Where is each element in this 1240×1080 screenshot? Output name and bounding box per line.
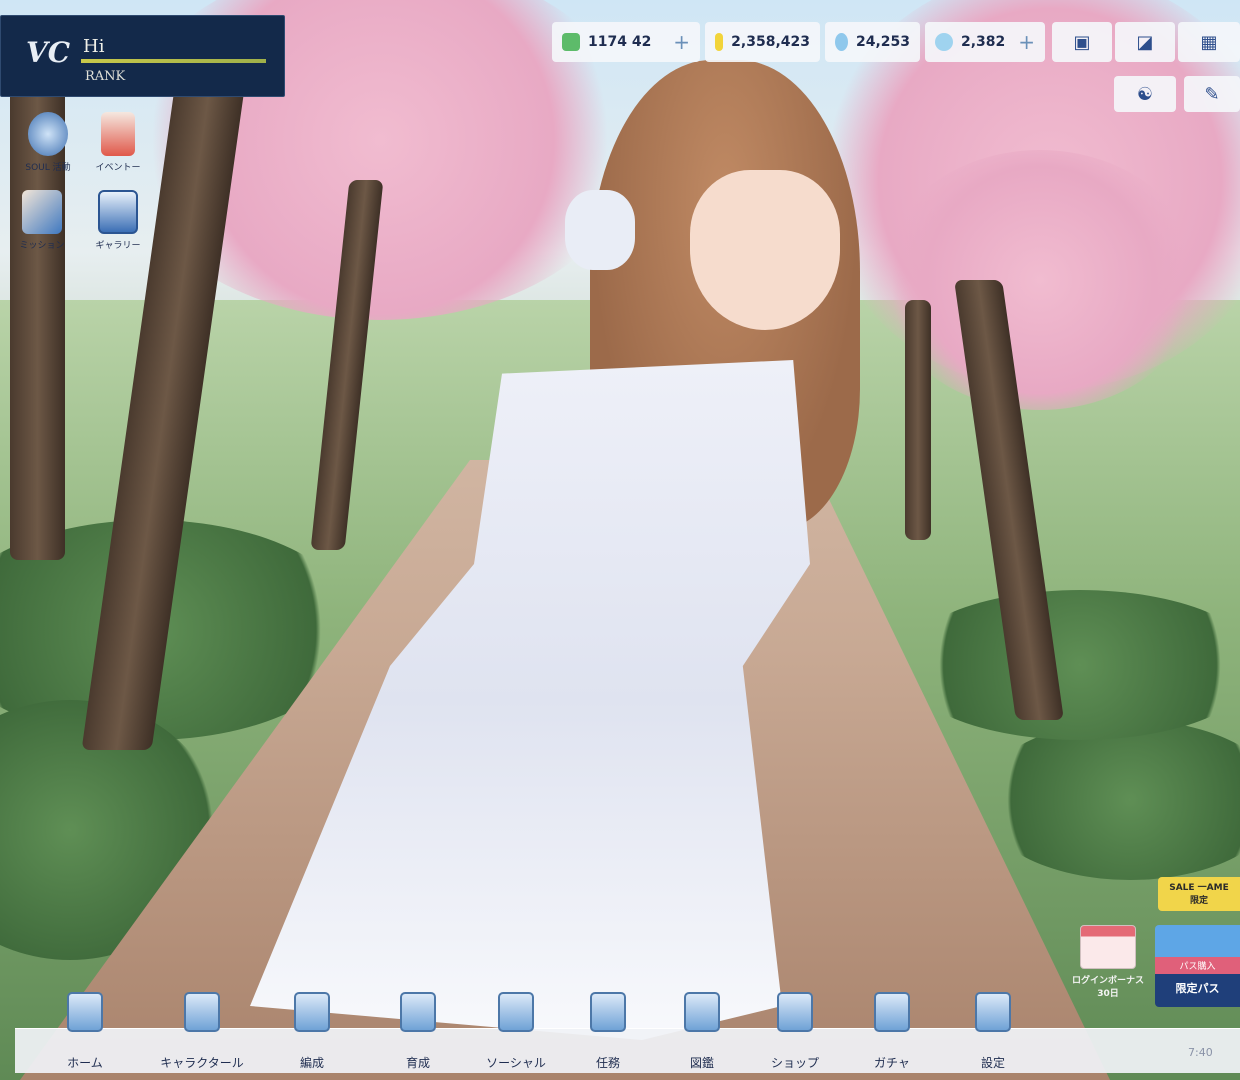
pass-card[interactable]: パス購入 限定パス [1155, 925, 1240, 1007]
announcement-label: SOUL 活動 [25, 163, 71, 173]
player-logo: VC [26, 36, 71, 69]
album-label: ギャラリー [95, 241, 141, 251]
mail-icon: ▣ [1073, 31, 1091, 53]
nav-quest[interactable]: 任務 [558, 992, 658, 1071]
add-stamina-button[interactable]: + [673, 30, 690, 54]
crystal-counter[interactable]: 2,382 + [925, 22, 1045, 62]
login-bonus-label: ログインボーナス [1071, 976, 1144, 986]
gacha-icon [874, 992, 910, 1032]
pass-card-sub: 限定パス [1175, 982, 1220, 995]
nav-social[interactable]: ソーシャル [466, 992, 566, 1071]
quest-icon [590, 992, 626, 1032]
nav-label: キャラクタール [160, 1056, 244, 1070]
edit-button[interactable]: ✎ [1184, 76, 1240, 112]
home-icon [67, 992, 103, 1032]
gift-icon: ◪ [1136, 31, 1154, 53]
nav-formation[interactable]: 編成 [262, 992, 362, 1071]
nav-label: ホーム [67, 1056, 103, 1070]
nav-label: 設定 [980, 1056, 1005, 1070]
mission-shortcut[interactable]: ミッション [12, 190, 72, 251]
nav-label: 育成 [405, 1056, 430, 1070]
clock: 7:40 [1188, 1046, 1213, 1059]
calendar-icon [1080, 925, 1136, 969]
nav-home[interactable]: ホーム [35, 992, 135, 1071]
event-label: イベントー [95, 163, 141, 173]
nav-training[interactable]: 育成 [368, 992, 468, 1071]
player-rank: RANK [85, 69, 126, 84]
friend-icon: ☯ [1136, 83, 1154, 105]
pass-card-label: パス購入 [1155, 957, 1240, 974]
event-icon [101, 112, 135, 156]
nav-label: 任務 [595, 1056, 620, 1070]
nav-label: 編成 [299, 1056, 324, 1070]
shop-icon [777, 992, 813, 1032]
menu-button[interactable]: ▦ [1178, 22, 1240, 62]
event-banner-title: SALE 一AME [1169, 883, 1229, 893]
mission-icon [22, 190, 62, 234]
nav-shop[interactable]: ショップ [745, 992, 845, 1071]
social-icon [498, 992, 534, 1032]
login-bonus-sub: 30日 [1097, 989, 1119, 999]
nav-archive[interactable]: 図鑑 [652, 992, 752, 1071]
nav-label: ショップ [770, 1056, 819, 1070]
mail-button[interactable]: ▣ [1052, 22, 1112, 62]
pass-card-icon [1155, 925, 1240, 957]
friend-button[interactable]: ☯ [1114, 76, 1176, 112]
nav-character[interactable]: キャラクタール [152, 992, 252, 1071]
nav-label: 図鑑 [689, 1056, 714, 1070]
stamina-counter[interactable]: 1174 42 + [552, 22, 700, 62]
player-name: Hi [83, 36, 105, 57]
nav-gacha[interactable]: ガチャ [842, 992, 942, 1071]
album-shortcut[interactable]: ギャラリー [88, 190, 148, 251]
settings-icon [975, 992, 1011, 1032]
background-scene [0, 0, 1240, 1080]
crystal-value: 2,382 [961, 34, 1006, 50]
gem-icon [835, 33, 848, 51]
announcement-shortcut[interactable]: SOUL 活動 [18, 112, 78, 173]
nav-label: ソーシャル [486, 1056, 546, 1070]
event-banner-subtitle: 限定 [1189, 896, 1208, 906]
edit-icon: ✎ [1204, 83, 1220, 105]
gold-coin-icon [715, 33, 724, 51]
training-icon [400, 992, 436, 1032]
album-icon [98, 190, 138, 234]
crystal-icon [935, 33, 953, 51]
archive-icon [684, 992, 720, 1032]
formation-icon [294, 992, 330, 1032]
character-icon [184, 992, 220, 1032]
gem-counter[interactable]: 24,253 [825, 22, 920, 62]
event-shortcut[interactable]: イベントー [88, 112, 148, 173]
player-profile-panel[interactable]: VC Hi RANK [0, 15, 285, 97]
menu-grid-icon: ▦ [1200, 31, 1218, 53]
gold-value: 2,358,423 [731, 34, 810, 50]
gold-counter[interactable]: 2,358,423 [705, 22, 820, 62]
add-crystal-button[interactable]: + [1018, 30, 1035, 54]
nav-label: ガチャ [874, 1056, 910, 1070]
login-bonus-button[interactable]: ログインボーナス 30日 [1066, 925, 1150, 999]
gift-button[interactable]: ◪ [1115, 22, 1175, 62]
stamina-icon [562, 33, 580, 51]
experience-bar [81, 59, 266, 63]
announcement-icon [28, 112, 68, 156]
event-banner[interactable]: SALE 一AME 限定 [1158, 877, 1240, 911]
gem-value: 24,253 [855, 34, 910, 50]
mission-label: ミッション [19, 241, 65, 251]
stamina-value: 1174 42 [588, 34, 652, 50]
nav-settings[interactable]: 設定 [943, 992, 1043, 1071]
